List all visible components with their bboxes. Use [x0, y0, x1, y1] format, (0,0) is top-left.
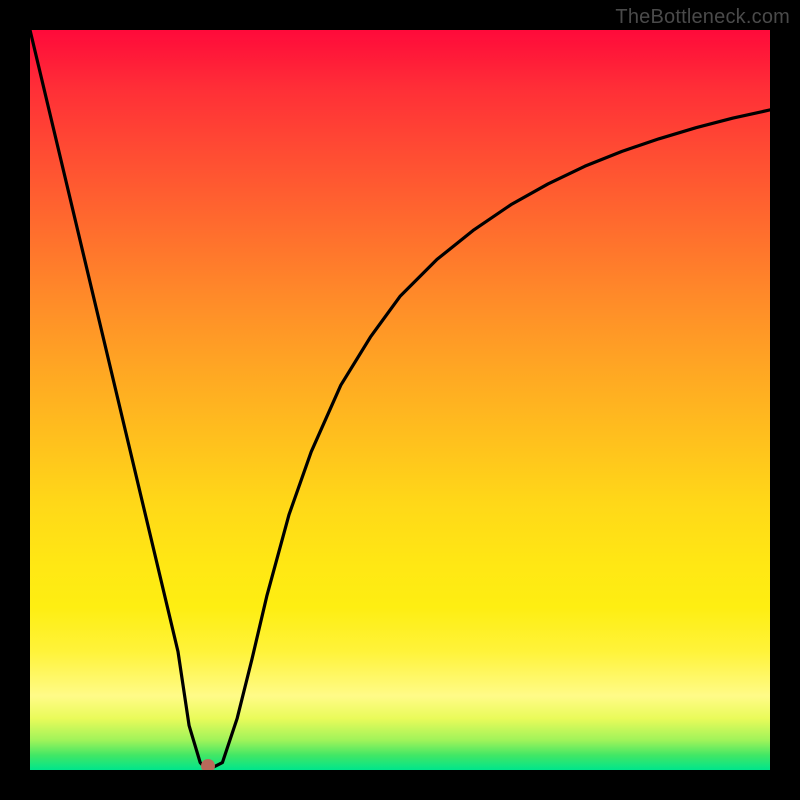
optimal-point-marker: [201, 759, 215, 770]
plot-area: [30, 30, 770, 770]
bottleneck-curve: [30, 30, 770, 770]
chart-frame: TheBottleneck.com: [0, 0, 800, 800]
curve-layer: [30, 30, 770, 770]
watermark-text: TheBottleneck.com: [615, 6, 790, 29]
